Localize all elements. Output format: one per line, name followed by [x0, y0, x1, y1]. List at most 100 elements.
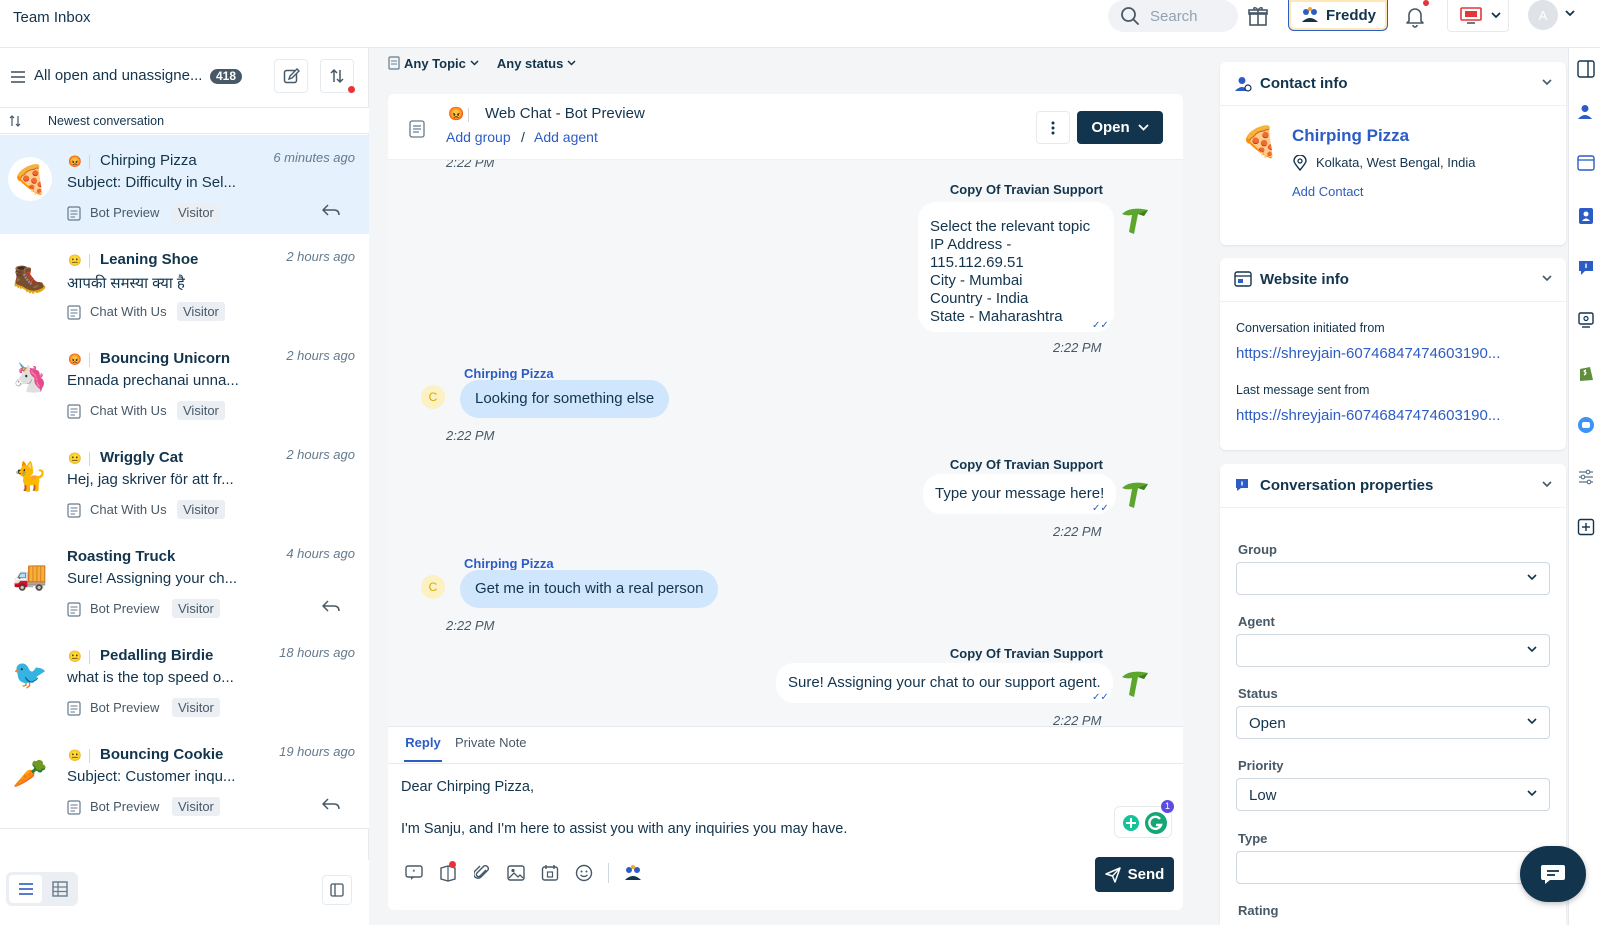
browser-icon[interactable]: [1577, 155, 1595, 173]
bot-message-line: Country - India: [930, 290, 1029, 307]
group-select[interactable]: [1236, 562, 1550, 595]
tab-reply[interactable]: Reply: [404, 735, 442, 762]
composer-toolbar: [404, 861, 643, 883]
conversation-name: Bouncing Unicorn: [100, 350, 230, 367]
sliders-icon[interactable]: [1577, 468, 1595, 486]
contact-name[interactable]: Chirping Pizza: [1292, 126, 1409, 146]
grammarly-widget[interactable]: 1: [1114, 800, 1174, 838]
sort-arrows-icon: [329, 68, 345, 84]
reply-text-line[interactable]: I'm Sanju, and I'm here to assist you wi…: [401, 821, 847, 837]
browser-icon: [1234, 271, 1252, 287]
sort-label: Newest conversation: [48, 114, 165, 128]
conversation-row[interactable]: 🦄 😡 Bouncing Unicorn 2 hours ago Ennada prec…: [0, 333, 369, 433]
reply-text-line[interactable]: Dear Chirping Pizza,: [401, 779, 534, 795]
add-contact-link[interactable]: Add Contact: [1292, 184, 1364, 199]
contact-info-header[interactable]: Contact info: [1220, 62, 1566, 106]
chevron-down-icon[interactable]: [1542, 79, 1552, 86]
sort-row[interactable]: Newest conversation: [0, 108, 369, 134]
initiated-from-link[interactable]: https://shreyjain-60746847474603190...: [1236, 345, 1500, 362]
chevron-down-icon[interactable]: [1542, 481, 1552, 488]
conversation-count-badge: 418: [210, 69, 243, 84]
gift-icon[interactable]: [1247, 5, 1269, 27]
bot-sender-name: Copy Of Travian Support: [949, 182, 1103, 197]
list-view-button[interactable]: [9, 875, 42, 903]
type-select[interactable]: [1236, 851, 1550, 884]
user-sender-name: Chirping Pizza: [464, 366, 554, 381]
user-avatar[interactable]: A: [1528, 0, 1558, 30]
divider: [89, 254, 90, 268]
conversation-properties-title: Conversation properties: [1260, 477, 1434, 494]
send-button[interactable]: Send: [1095, 857, 1174, 892]
status-open-button[interactable]: Open: [1077, 111, 1163, 144]
table-view-button[interactable]: [44, 875, 75, 903]
collapse-panel-button[interactable]: [322, 875, 352, 905]
emoji-icon[interactable]: [574, 863, 594, 883]
chevron-down-icon: [1138, 124, 1149, 131]
agent-select[interactable]: [1236, 634, 1550, 667]
grammarly-icon: [1144, 811, 1168, 835]
conversation-row[interactable]: 🐈 😐 Wriggly Cat 2 hours ago Hej, jag skriver…: [0, 432, 369, 532]
chevron-down-icon[interactable]: [1565, 10, 1575, 17]
shopify-icon[interactable]: [1577, 364, 1595, 382]
topic-status-filters: Any Topic Any status: [388, 54, 576, 72]
last-message-link[interactable]: https://shreyjain-60746847474603190...: [1236, 407, 1500, 424]
more-options-button[interactable]: [1036, 111, 1070, 144]
image-icon[interactable]: [506, 863, 526, 883]
conversation-row[interactable]: 🥾 😐 Leaning Shoe 2 hours ago आपकी समस्या क्य…: [0, 234, 369, 334]
priority-select[interactable]: Low: [1236, 778, 1550, 811]
tab-private-note[interactable]: Private Note: [455, 735, 527, 750]
monitor-icon[interactable]: [1577, 311, 1595, 329]
solution-article-icon[interactable]: [438, 861, 458, 883]
topic-filter[interactable]: Any Topic: [404, 56, 466, 71]
search-input[interactable]: [1150, 6, 1230, 26]
hamburger-menu-icon[interactable]: [10, 70, 26, 84]
chevron-down-icon[interactable]: [567, 60, 576, 66]
freddy-ai-icon[interactable]: [623, 863, 643, 883]
message-thread[interactable]: 2:22 PM Copy Of Travian Support Select t…: [388, 160, 1183, 726]
conversation-name: Bouncing Cookie: [100, 746, 224, 763]
canned-response-icon[interactable]: [404, 863, 424, 883]
contact-icon[interactable]: [1577, 103, 1595, 121]
freddy-label: Freddy: [1325, 6, 1376, 24]
status-select[interactable]: Open: [1236, 706, 1550, 739]
ai-assist-icon: [1121, 813, 1141, 833]
message-time: 2:22 PM: [446, 618, 495, 633]
conversation-time: 2 hours ago: [286, 348, 355, 363]
notification-bell-icon[interactable]: [1405, 6, 1425, 28]
conversation-row[interactable]: 🐦 😐 Pedalling Birdie 18 hours ago what is th…: [0, 630, 369, 730]
availability-status-button[interactable]: [1447, 0, 1509, 32]
status-filter[interactable]: Any status: [497, 56, 563, 71]
chat-bubble-icon[interactable]: [1577, 259, 1595, 277]
panel-toggle-icon[interactable]: [1577, 60, 1595, 78]
sentiment-icon: 😐: [68, 255, 82, 267]
conversation-channel: Chat With Us: [90, 502, 167, 517]
id-card-icon[interactable]: [1577, 207, 1595, 225]
conversation-row[interactable]: 🚚 Roasting Truck 4 hours ago Sure! Assignin…: [0, 531, 369, 631]
attachment-icon[interactable]: [472, 863, 492, 883]
chevron-down-icon[interactable]: [1542, 275, 1552, 282]
conversation-row[interactable]: 🥕 😐 Bouncing Cookie 19 hours ago Subject: Cu…: [0, 729, 369, 829]
conversation-channel: Bot Preview: [90, 799, 160, 814]
conversation-properties-header[interactable]: Conversation properties: [1220, 464, 1566, 508]
add-group-link[interactable]: Add group: [446, 129, 511, 145]
user-sender-name: Chirping Pizza: [464, 556, 554, 571]
compose-button[interactable]: [274, 59, 308, 93]
contact-icon: [1234, 75, 1252, 93]
conversation-time: 4 hours ago: [286, 546, 355, 561]
view-title[interactable]: All open and unassigne...: [34, 67, 202, 84]
chat-app-icon[interactable]: [1577, 416, 1595, 434]
calendar-icon[interactable]: [540, 863, 560, 883]
add-app-icon[interactable]: [1577, 518, 1595, 536]
sort-arrows-icon: [9, 115, 21, 127]
freddy-button[interactable]: Freddy: [1288, 0, 1388, 31]
chat-widget-button[interactable]: [1520, 846, 1586, 902]
website-info-header[interactable]: Website info: [1220, 258, 1566, 302]
conversation-row[interactable]: 🍕 😡 Chirping Pizza 6 minutes ago Subject: Di…: [0, 135, 369, 235]
add-agent-link[interactable]: Add agent: [534, 129, 598, 145]
chevron-down-icon[interactable]: [470, 60, 479, 66]
message-time: 2:22 PM: [1053, 713, 1102, 726]
search-box[interactable]: [1108, 0, 1238, 32]
conversation-avatar: 🍕: [8, 157, 52, 201]
send-icon: [1104, 866, 1121, 883]
sentiment-icon: 😡: [68, 354, 82, 366]
